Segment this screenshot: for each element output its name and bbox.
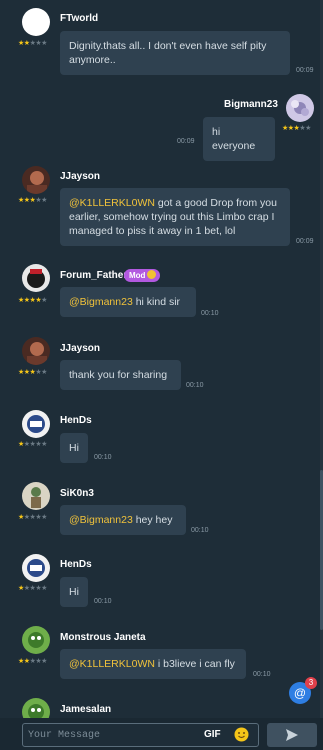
message-text: i b3lieve i can fly [154,658,235,670]
flower-avatar-icon[interactable] [286,94,314,122]
message-time: 00:09 [296,67,314,74]
message-time: 00:10 [201,310,219,317]
username[interactable]: Bigmann23 [224,99,278,110]
send-arrow-icon [286,729,298,741]
message-bubble: Dignity.thats all.. I don't even have se… [60,31,290,75]
creature-avatar-icon[interactable] [22,698,50,718]
rating-stars: ★★★★★ [18,514,47,521]
username[interactable]: Monstrous Janeta [60,632,146,643]
username[interactable]: Jamesalan [60,704,111,715]
gif-button[interactable]: GIF [204,729,221,740]
notification-count-badge: 3 [305,677,317,689]
user-mention[interactable]: @Bigmann23 [69,296,133,308]
smiley-face-icon [147,270,157,280]
mod-badge: Mod [124,269,161,282]
character-avatar-icon[interactable] [22,264,50,292]
message-bubble: Hi [60,577,88,607]
message-input-box[interactable]: GIF [22,723,259,747]
rating-stars: ★★★★★ [18,197,47,204]
message-composer: GIF [0,718,323,750]
rating-stars: ★★★★★ [18,40,47,47]
username[interactable]: JJayson [60,171,100,182]
logo-avatar-icon[interactable] [22,410,50,438]
mod-badge-label: Mod [129,271,146,280]
at-icon: @ [293,686,307,700]
username[interactable]: FTworld [60,13,98,24]
user-mention[interactable]: @K1LLERKL0WN [69,658,155,670]
username[interactable]: Forum_Father [60,270,127,281]
rating-stars: ★★★★★ [18,658,47,665]
creature-avatar-icon[interactable] [22,626,50,654]
message-text: Dignity.thats all.. I don't even have se… [69,40,267,66]
chat-message-list[interactable]: FTworld ★★★★★ Dignity.thats all.. I don'… [0,0,323,718]
rating-stars: ★★★★★ [282,125,311,132]
message-bubble: hi everyone [203,117,275,161]
rating-stars: ★★★★★ [18,585,47,592]
message-time: 00:09 [177,138,195,145]
message-text: hey hey [132,514,173,526]
blank-avatar-icon[interactable] [22,8,50,36]
username[interactable]: SiK0n3 [60,488,94,499]
message-bubble: @K1LLERKL0WN got a good Drop from you ea… [60,188,290,246]
message-time: 00:10 [94,598,112,605]
message-text: thank you for sharing [69,369,168,381]
figure-avatar-icon[interactable] [22,482,50,510]
message-time: 00:09 [296,238,314,245]
message-input[interactable] [28,727,198,743]
portrait-avatar-icon[interactable] [22,166,50,194]
message-bubble: @K1LLERKL0WN i b3lieve i can fly [60,649,246,679]
message-text: hi everyone [212,126,256,152]
message-time: 00:10 [94,454,112,461]
smiley-icon[interactable] [234,727,249,742]
message-time: 00:10 [191,527,209,534]
message-time: 00:10 [186,382,204,389]
message-bubble: @Bigmann23 hi kind sir [60,287,196,317]
message-bubble: thank you for sharing [60,360,181,390]
portrait-avatar-icon[interactable] [22,337,50,365]
rating-stars: ★★★★★ [18,369,47,376]
message-text: Hi [69,586,79,598]
send-button[interactable] [267,723,317,747]
message-time: 00:10 [253,671,271,678]
username[interactable]: JJayson [60,343,100,354]
username[interactable]: HenDs [60,415,92,426]
logo-avatar-icon[interactable] [22,554,50,582]
message-bubble: @Bigmann23 hey hey [60,505,186,535]
message-text: Hi [69,442,79,454]
user-mention[interactable]: @K1LLERKL0WN [69,197,155,209]
message-text: hi kind sir [132,296,181,308]
rating-stars: ★★★★★ [18,297,47,304]
username[interactable]: HenDs [60,559,92,570]
rating-stars: ★★★★★ [18,441,47,448]
message-bubble: Hi [60,433,88,463]
user-mention[interactable]: @Bigmann23 [69,514,133,526]
